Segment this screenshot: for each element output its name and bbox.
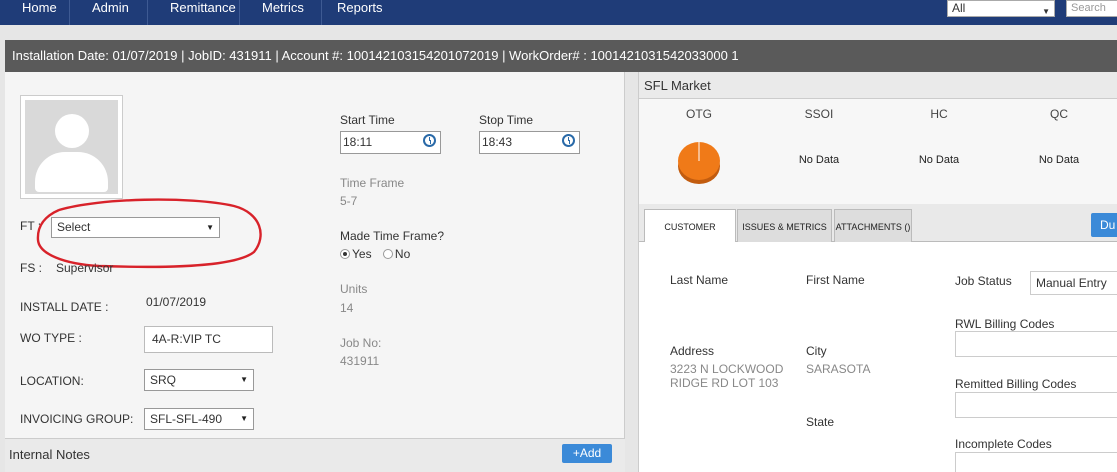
- chevron-down-icon: ▼: [240, 375, 248, 384]
- rwl-billing-label: RWL Billing Codes: [955, 317, 1055, 331]
- city-value: SARASOTA: [806, 362, 871, 376]
- start-time-value: 18:11: [343, 135, 373, 149]
- top-nav: Home Admin Remittance Metrics Reports Al…: [0, 0, 1117, 25]
- job-details-panel: FT : Select ▼ FS : Supervisor INSTALL DA…: [5, 72, 625, 472]
- nav-admin[interactable]: Admin: [70, 0, 148, 25]
- fs-value: Supervisor: [56, 261, 114, 275]
- no-label: No: [394, 247, 411, 261]
- time-frame-value: 5-7: [340, 194, 358, 208]
- nav-reports[interactable]: Reports: [322, 0, 408, 25]
- stop-time-value: 18:43: [482, 135, 513, 149]
- made-time-frame-radios: Yes No: [340, 247, 410, 261]
- units-label: Units: [340, 282, 368, 296]
- stop-time-label: Stop Time: [479, 113, 534, 127]
- filter-select[interactable]: All ▼: [947, 0, 1055, 17]
- no-radio[interactable]: [382, 249, 393, 259]
- metric-hc-label: HC: [930, 107, 948, 121]
- start-time-label: Start Time: [340, 113, 395, 127]
- yes-label: Yes: [352, 247, 372, 261]
- job-status-label: Job Status: [955, 274, 1012, 288]
- metric-hc-value: No Data: [918, 154, 960, 166]
- alarm-clock-icon[interactable]: [562, 134, 575, 147]
- remitted-billing-label: Remitted Billing Codes: [955, 377, 1077, 391]
- state-label: State: [806, 415, 835, 429]
- first-name-label: First Name: [806, 273, 865, 287]
- install-date-label: INSTALL DATE :: [20, 300, 109, 314]
- du-button[interactable]: Du: [1091, 213, 1117, 237]
- location-label: LOCATION:: [20, 374, 84, 388]
- invoicing-group-select[interactable]: SFL-SFL-490 ▼: [144, 408, 254, 430]
- install-date-value: 01/07/2019: [146, 295, 207, 309]
- nav-remittance[interactable]: Remittance: [148, 0, 240, 25]
- metric-otg-label: OTG: [686, 107, 712, 121]
- wo-type-label: WO TYPE :: [20, 331, 82, 345]
- city-label: City: [806, 344, 827, 358]
- made-time-frame-label: Made Time Frame?: [340, 229, 445, 243]
- chevron-down-icon: ▼: [240, 414, 248, 423]
- tab-customer-details[interactable]: CUSTOMER DETAILS: [644, 209, 736, 266]
- metric-ssoi-value: No Data: [798, 154, 840, 166]
- job-no-label: Job No:: [340, 336, 382, 350]
- location-select[interactable]: SRQ ▼: [144, 369, 254, 391]
- search-input[interactable]: Search: [1066, 0, 1117, 17]
- user-placeholder-icon: [25, 100, 118, 194]
- nav-metrics[interactable]: Metrics: [240, 0, 322, 25]
- rwl-billing-field[interactable]: [955, 331, 1117, 357]
- chevron-down-icon: ▼: [1042, 7, 1050, 16]
- tab-issues-metrics[interactable]: ISSUES & METRICS (0): [737, 209, 832, 266]
- invoicing-group-select-value: SFL-SFL-490: [150, 412, 223, 426]
- job-no-value: 431911: [340, 354, 380, 368]
- last-name-label: Last Name: [670, 273, 729, 287]
- otg-pie-chart: [678, 142, 720, 184]
- internal-notes-bar: Internal Notes: [5, 438, 625, 472]
- job-status-field[interactable]: Manual Entry: [1030, 271, 1117, 295]
- remitted-billing-field[interactable]: [955, 392, 1117, 418]
- market-panel: SFL Market OTG SSOI HC QC No Data No Dat…: [638, 72, 1117, 472]
- nav-home[interactable]: Home: [0, 0, 70, 25]
- start-time-field[interactable]: 18:11: [340, 131, 441, 154]
- market-title: SFL Market: [639, 72, 1117, 99]
- address-line1: 3223 N LOCKWOOD: [670, 362, 784, 376]
- units-value: 14: [340, 301, 354, 315]
- filter-select-value: All: [952, 1, 966, 15]
- add-note-button[interactable]: +Add: [562, 444, 612, 463]
- metric-qc-label: QC: [1050, 107, 1068, 121]
- address-label: Address: [670, 344, 715, 358]
- metric-qc-value: No Data: [1038, 154, 1080, 166]
- alarm-clock-icon[interactable]: [423, 134, 436, 147]
- fs-label: FS :: [20, 261, 43, 275]
- invoicing-group-label: INVOICING GROUP:: [20, 412, 134, 426]
- incomplete-codes-label: Incomplete Codes: [955, 437, 1052, 451]
- internal-notes-title: Internal Notes: [9, 447, 90, 462]
- address-line2: RIDGE RD LOT 103: [670, 376, 779, 390]
- location-select-value: SRQ: [150, 373, 177, 387]
- wo-type-field[interactable]: 4A-R:VIP TC: [144, 326, 273, 353]
- customer-details-content: Last Name First Name Job Status Manual E…: [639, 242, 1117, 472]
- avatar: [20, 95, 123, 199]
- incomplete-codes-field[interactable]: [955, 452, 1117, 472]
- tab-attachments[interactable]: ATTACHMENTS (): [834, 209, 912, 243]
- job-summary-header: Installation Date: 01/07/2019 | JobID: 4…: [5, 40, 1117, 72]
- metric-ssoi-label: SSOI: [804, 107, 834, 121]
- time-frame-label: Time Frame: [340, 176, 405, 190]
- yes-radio[interactable]: [340, 249, 350, 259]
- stop-time-field[interactable]: 18:43: [479, 131, 580, 154]
